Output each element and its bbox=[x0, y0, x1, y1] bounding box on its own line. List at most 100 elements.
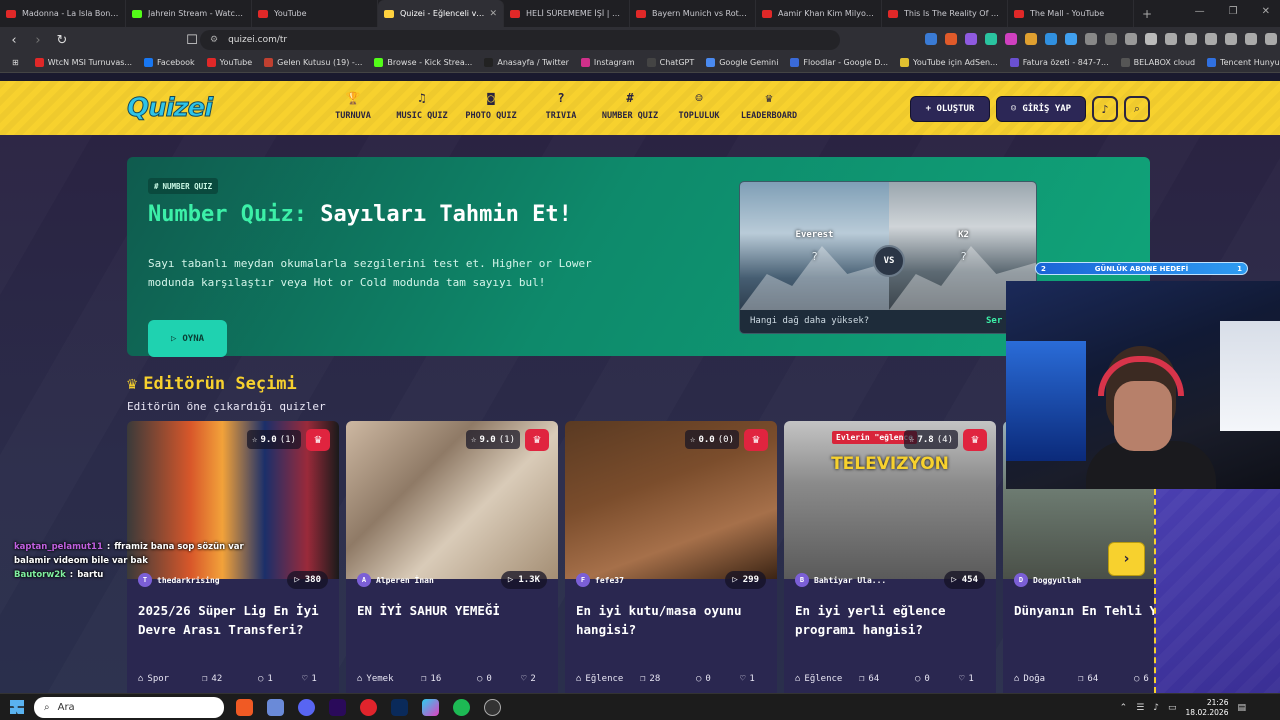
extension-icon[interactable] bbox=[1265, 33, 1277, 45]
extension-icon[interactable] bbox=[1205, 33, 1217, 45]
extension-icon[interactable] bbox=[1165, 33, 1177, 45]
quiz-card-likes[interactable]: ♡ 1 bbox=[302, 674, 317, 684]
url-field[interactable]: ⚙ quizei.com/tr bbox=[200, 30, 840, 50]
chevron-up-icon[interactable]: ⌃ bbox=[1120, 703, 1128, 713]
compare-preview[interactable]: Everest ? K2 ? VS Hangi dağ daha yüksek?… bbox=[739, 181, 1037, 334]
close-icon[interactable]: ✕ bbox=[1262, 6, 1270, 17]
extension-icon[interactable] bbox=[1125, 33, 1137, 45]
nav-item-turnuva[interactable]: 🏆 TURNUVA bbox=[335, 91, 371, 121]
quiz-card-likes[interactable]: ♡ 2 bbox=[521, 674, 536, 684]
browser-tab[interactable]: Madonna - La Isla Bonita bbox=[0, 0, 126, 27]
clock[interactable]: 21:26 18.02.2026 bbox=[1186, 698, 1229, 718]
volume-icon[interactable]: ♪ bbox=[1153, 703, 1159, 713]
extension-icon[interactable] bbox=[1025, 33, 1037, 45]
spotify-icon[interactable] bbox=[453, 699, 470, 716]
quiz-card-author[interactable]: D Doggyullah bbox=[1014, 571, 1081, 589]
bookmark-item[interactable]: Tencent Hunyuan 3D bbox=[1207, 58, 1280, 67]
extension-icon[interactable] bbox=[1245, 33, 1257, 45]
bookmark-item[interactable]: YouTube için AdSen... bbox=[900, 58, 998, 67]
app-icon[interactable] bbox=[267, 699, 284, 716]
extension-icon[interactable] bbox=[965, 33, 977, 45]
quiz-card-title[interactable]: En iyi yerli eğlence programı hangisi? bbox=[795, 601, 985, 639]
forward-icon[interactable]: › bbox=[28, 33, 48, 48]
discord-icon[interactable] bbox=[298, 699, 315, 716]
quiz-card[interactable]: Evlerin "eğlence TELEVIZYON ☆ 7.8 (4) ♛ B Bahti… bbox=[784, 421, 996, 693]
extension-icon[interactable] bbox=[1065, 33, 1077, 45]
extension-icon[interactable] bbox=[1005, 33, 1017, 45]
new-tab-icon[interactable]: + bbox=[1142, 7, 1152, 21]
nav-item-leaderboard[interactable]: ♛ LEADERBOARD bbox=[741, 91, 797, 121]
battery-icon[interactable]: ▭ bbox=[1168, 703, 1177, 713]
opera-icon[interactable] bbox=[360, 699, 377, 716]
bookmark-item[interactable]: ChatGPT bbox=[646, 58, 694, 67]
nav-item-music-quiz[interactable]: ♫ MUSIC QUIZ bbox=[396, 91, 447, 121]
browser-tab[interactable]: This Is The Reality Of Mod bbox=[882, 0, 1008, 27]
search-icon[interactable]: ⌕ bbox=[1124, 96, 1150, 122]
quiz-card-title[interactable]: 2025/26 Süper Lig En İyi Devre Arası Tra… bbox=[138, 601, 328, 639]
quiz-card-title[interactable]: EN İYİ SAHUR YEMEĞİ bbox=[357, 601, 547, 620]
play-button[interactable]: ▷ OYNA bbox=[148, 320, 227, 357]
browser-tab[interactable]: HELİ SÜREMEME İŞİ | SQU bbox=[504, 0, 630, 27]
quiz-card[interactable]: ☆ 0.0 (0) ♛ Ffefe37 ▷ 299 En iyi kutu/masa oyun… bbox=[565, 421, 777, 693]
browser-tab[interactable]: Bayern Munich vs Rottach bbox=[630, 0, 756, 27]
notifications-icon[interactable]: ▤ bbox=[1237, 703, 1246, 713]
photoshop-icon[interactable] bbox=[391, 699, 408, 716]
photos-icon[interactable] bbox=[422, 699, 439, 716]
bookmark-item[interactable]: Floodlar - Google D... bbox=[790, 58, 888, 67]
bookmark-icon[interactable]: ☐ bbox=[182, 33, 202, 48]
nav-item-number-quiz[interactable]: # NUMBER QUIZ bbox=[602, 91, 658, 121]
extension-icon[interactable] bbox=[925, 33, 937, 45]
bookmark-item[interactable]: Browse - Kick Strea... bbox=[374, 58, 472, 67]
browser-tab[interactable]: Jahrein Stream - Watch Li bbox=[126, 0, 252, 27]
brave-icon[interactable] bbox=[236, 699, 253, 716]
obs-icon[interactable] bbox=[484, 699, 501, 716]
apps-grid-icon[interactable]: ⊞ bbox=[12, 58, 19, 67]
quiz-card-author[interactable]: A Alperen İnan bbox=[357, 571, 434, 589]
quiz-card-title[interactable]: En iyi kutu/masa oyunu hangisi? bbox=[576, 601, 766, 639]
browser-tab[interactable]: YouTube bbox=[252, 0, 378, 27]
browser-tab[interactable]: Aamir Khan Kim Milyoner bbox=[756, 0, 882, 27]
bookmark-item[interactable]: BELABOX cloud bbox=[1120, 58, 1195, 67]
site-logo[interactable]: Quizei bbox=[126, 93, 213, 124]
quiz-card[interactable]: ☆ 9.0 (1) ♛ A Alperen İnan ▷ 1.3K EN İYİ SAHUR Y… bbox=[346, 421, 558, 693]
quiz-card-category[interactable]: ⌂ Eğlence bbox=[576, 674, 640, 684]
create-button[interactable]: + OLUŞTUR bbox=[910, 96, 990, 122]
back-icon[interactable]: ‹ bbox=[4, 33, 24, 48]
premiere-icon[interactable] bbox=[329, 699, 346, 716]
extension-icon[interactable] bbox=[945, 33, 957, 45]
bookmark-item[interactable]: Anasayfa / Twitter bbox=[484, 58, 569, 67]
bookmark-item[interactable]: Instagram bbox=[580, 58, 635, 67]
bookmark-item[interactable]: Facebook bbox=[144, 58, 195, 67]
notifications-bell-icon[interactable]: ♪ bbox=[1092, 96, 1118, 122]
quiz-card-category[interactable]: ⌂ Spor bbox=[138, 674, 202, 684]
site-info-icon[interactable]: ⚙ bbox=[210, 35, 218, 45]
extension-icon[interactable] bbox=[1145, 33, 1157, 45]
close-tab-icon[interactable]: ✕ bbox=[489, 9, 497, 19]
nav-item-topluluk[interactable]: ☺ TOPLULUK bbox=[679, 91, 720, 121]
windows-start-icon[interactable] bbox=[10, 700, 24, 714]
extension-icon[interactable] bbox=[1085, 33, 1097, 45]
nav-item-trivia[interactable]: ? TRIVIA bbox=[546, 91, 577, 121]
browser-tab[interactable]: The Mall - YouTube bbox=[1008, 0, 1134, 27]
network-icon[interactable]: ☰ bbox=[1136, 703, 1144, 713]
quiz-card-author[interactable]: B Bahtiyar Ula... bbox=[795, 571, 886, 589]
quiz-card-likes[interactable]: ♡ 1 bbox=[740, 674, 755, 684]
extension-icon[interactable] bbox=[1105, 33, 1117, 45]
quiz-card-category[interactable]: ⌂ Doğa bbox=[1014, 674, 1078, 684]
bookmark-item[interactable]: Fatura özeti - 847-7... bbox=[1009, 58, 1109, 67]
minimize-icon[interactable]: — bbox=[1195, 6, 1205, 17]
bookmark-item[interactable]: WtcN MSI Turnuvas... bbox=[34, 58, 132, 67]
quiz-card-category[interactable]: ⌂ Yemek bbox=[357, 674, 421, 684]
taskbar-search[interactable]: ⌕ Ara bbox=[34, 697, 224, 718]
quiz-card-likes[interactable]: ♡ 1 bbox=[959, 674, 974, 684]
login-button[interactable]: ☺ GİRİŞ YAP bbox=[996, 96, 1086, 122]
browser-tab[interactable]: Quizei - Eğlenceli ve e ✕ bbox=[378, 0, 504, 27]
extension-icon[interactable] bbox=[1045, 33, 1057, 45]
quiz-card-author[interactable]: Ffefe37 bbox=[576, 571, 624, 589]
extension-icon[interactable] bbox=[1185, 33, 1197, 45]
maximize-icon[interactable]: ❐ bbox=[1229, 6, 1238, 17]
extension-icon[interactable] bbox=[1225, 33, 1237, 45]
bookmark-item[interactable]: Google Gemini bbox=[706, 58, 778, 67]
extension-icon[interactable] bbox=[985, 33, 997, 45]
quiz-card-category[interactable]: ⌂ Eğlence bbox=[795, 674, 859, 684]
